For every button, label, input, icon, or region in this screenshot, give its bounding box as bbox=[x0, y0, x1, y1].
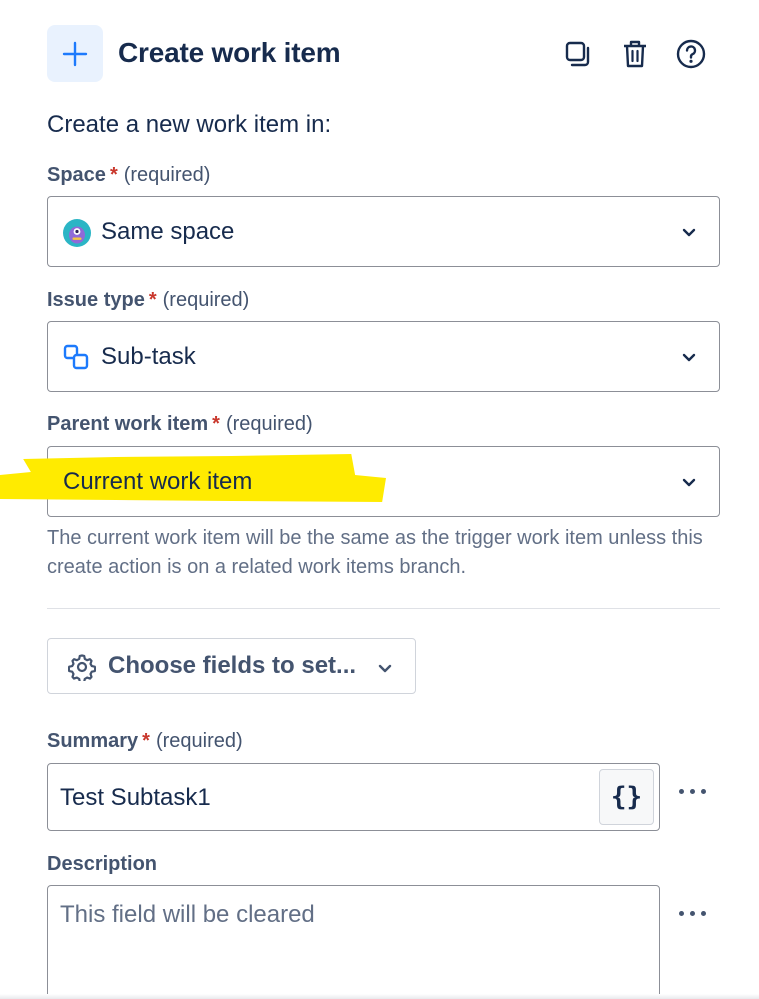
intro-text: Create a new work item in: bbox=[47, 111, 332, 138]
description-placeholder: This field will be cleared bbox=[60, 901, 315, 928]
required-star: * bbox=[109, 164, 118, 186]
space-avatar-icon bbox=[63, 219, 91, 247]
smart-value-button[interactable]: {} bbox=[599, 769, 654, 825]
summary-input[interactable]: Test Subtask1 {} bbox=[47, 763, 660, 831]
duplicate-button[interactable] bbox=[562, 38, 594, 70]
summary-value: Test Subtask1 bbox=[60, 784, 211, 811]
subtask-icon bbox=[63, 344, 89, 370]
description-more-button[interactable] bbox=[672, 898, 712, 928]
space-label: Space * (required) bbox=[47, 164, 211, 186]
parent-helper-text: The current work item will be the same a… bbox=[47, 527, 703, 578]
delete-button[interactable] bbox=[619, 38, 651, 70]
required-note: (required) bbox=[225, 413, 313, 435]
required-note: (required) bbox=[162, 289, 250, 311]
description-input[interactable]: This field will be cleared bbox=[47, 885, 660, 999]
issue-type-value: Sub-task bbox=[101, 343, 196, 370]
required-star: * bbox=[142, 730, 150, 752]
description-label: Description bbox=[47, 853, 158, 875]
more-dot bbox=[700, 910, 706, 916]
page-title: Create work item bbox=[118, 37, 341, 68]
issue-type-select[interactable]: Sub-task bbox=[47, 321, 720, 392]
header: Create work item bbox=[47, 25, 719, 83]
help-icon bbox=[676, 39, 706, 69]
divider bbox=[47, 608, 720, 609]
chevron-down-icon bbox=[682, 228, 696, 237]
parent-label: Parent work item * (required) bbox=[47, 413, 313, 435]
more-dot bbox=[678, 788, 684, 794]
issue-type-label: Issue type * (required) bbox=[47, 289, 250, 311]
chevron-down-icon bbox=[378, 664, 392, 673]
more-dot bbox=[700, 788, 706, 794]
summary-label: Summary * (required) bbox=[47, 730, 243, 752]
more-dot bbox=[689, 788, 695, 794]
bottom-edge bbox=[0, 994, 759, 999]
duplicate-icon bbox=[565, 41, 590, 67]
chevron-down-icon bbox=[682, 478, 696, 487]
parent-value: Current work item bbox=[63, 468, 253, 495]
help-button[interactable] bbox=[675, 38, 707, 70]
more-dot bbox=[678, 910, 684, 916]
required-note: (required) bbox=[123, 164, 211, 186]
gear-icon bbox=[68, 654, 96, 681]
chevron-down-icon bbox=[682, 353, 696, 362]
summary-more-button[interactable] bbox=[672, 776, 712, 806]
required-star: * bbox=[148, 289, 157, 311]
choose-fields-button[interactable]: Choose fields to set... bbox=[47, 638, 416, 694]
required-star: * bbox=[212, 413, 220, 435]
space-select[interactable]: Same space bbox=[47, 196, 720, 267]
more-dot bbox=[689, 910, 695, 916]
trash-icon bbox=[624, 40, 646, 68]
space-value: Same space bbox=[101, 218, 235, 245]
required-note: (required) bbox=[155, 730, 243, 752]
plus-icon bbox=[62, 41, 88, 66]
add-tile bbox=[47, 25, 103, 82]
choose-fields-label: Choose fields to set... bbox=[108, 652, 357, 679]
